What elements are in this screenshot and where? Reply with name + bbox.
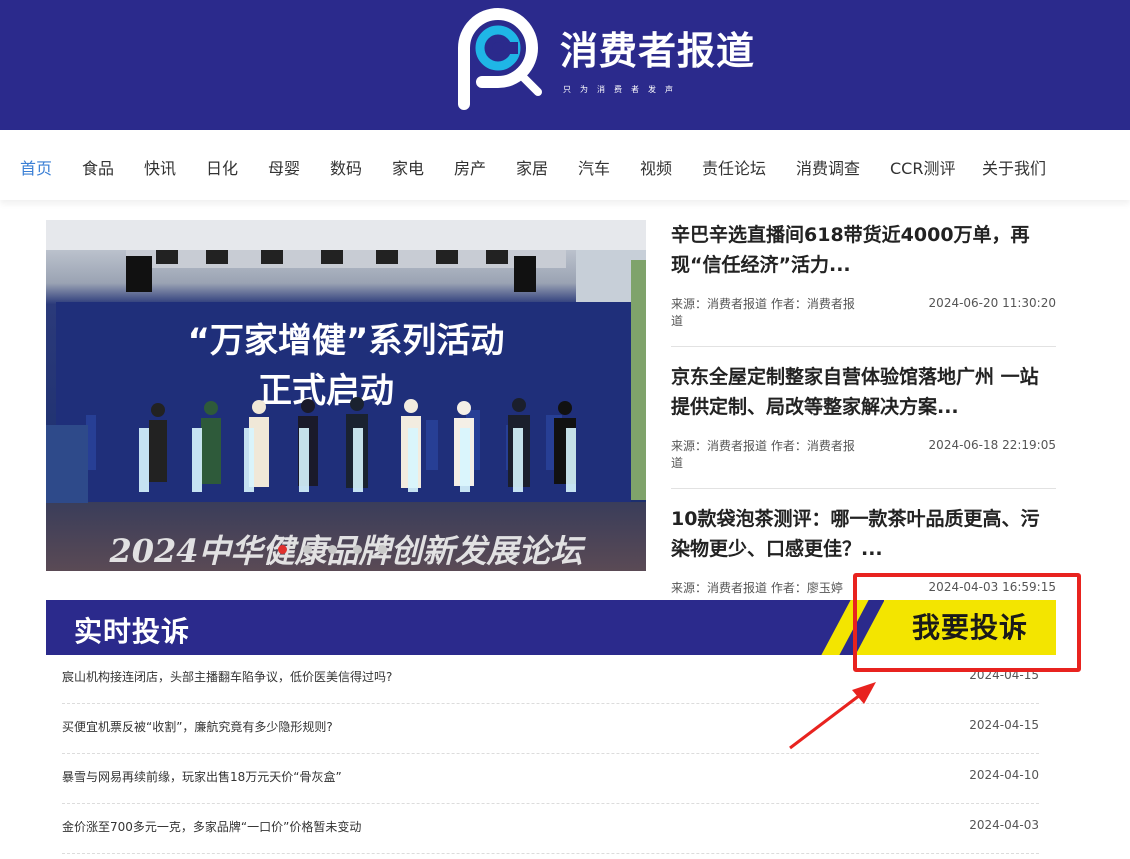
- carousel-dot-4[interactable]: [353, 545, 362, 554]
- brand-name: 消费者报道: [560, 28, 756, 73]
- news-source: 来源：消费者报道 作者：廖玉婷: [671, 581, 843, 595]
- news-item: 京东全屋定制整家自营体验馆落地广州 一站提供定制、局改等整家解决方案... 来源…: [671, 362, 1056, 489]
- nav-item-food[interactable]: 食品: [82, 155, 114, 179]
- nav-item-daily-chemicals[interactable]: 日化: [206, 155, 238, 179]
- list-item[interactable]: 暴雪与网易再续前缘，玩家出售18万元天价“骨灰盒” 2024-04-10: [62, 754, 1039, 804]
- complaint-date: 2024-04-03: [969, 818, 1039, 832]
- hero-banner-line1: “万家增健”系列活动: [188, 321, 505, 361]
- nav-item-news-flash[interactable]: 快讯: [144, 155, 176, 179]
- main-nav: 首页 食品 快讯 日化 母婴 数码 家电 房产 家居 汽车 视频 责任论坛 消费…: [0, 130, 1130, 200]
- nav-item-consumer-survey[interactable]: 消费调查: [796, 155, 860, 179]
- news-date: 2024-06-20 11:30:20: [928, 296, 1056, 310]
- carousel-dot-1[interactable]: [278, 545, 287, 554]
- complaint-date: 2024-04-15: [969, 718, 1039, 732]
- news-title[interactable]: 辛巴辛选直播间618带货近4000万单，再现“信任经济”活力...: [671, 220, 1056, 280]
- news-source: 来源：消费者报道 作者：消费者报道: [671, 439, 855, 470]
- complaint-section-title: 实时投诉: [74, 615, 191, 648]
- nav-item-real-estate[interactable]: 房产: [454, 155, 486, 179]
- divider: [671, 488, 1056, 489]
- list-item[interactable]: 买便宜机票反被“收割”，廉航究竟有多少隐形规则? 2024-04-15: [62, 704, 1039, 754]
- brand-slogan: 只为消费者发声: [563, 85, 682, 94]
- news-title[interactable]: 京东全屋定制整家自营体验馆落地广州 一站提供定制、局改等整家解决方案...: [671, 362, 1056, 422]
- site-header: 消费者报道 只为消费者发声: [0, 0, 1130, 130]
- news-item: 辛巴辛选直播间618带货近4000万单，再现“信任经济”活力... 来源：消费者…: [671, 220, 1056, 347]
- hero-banner-line2: 正式启动: [258, 371, 394, 411]
- carousel-dot-2[interactable]: [303, 545, 312, 554]
- nav-item-about-us[interactable]: 关于我们: [982, 155, 1046, 179]
- annotation-arrow-icon: [789, 682, 876, 750]
- divider: [671, 346, 1056, 347]
- news-item: 10款袋泡茶测评：哪一款茶叶品质更高、污染物更少、口感更佳？... 来源：消费者…: [671, 504, 1056, 611]
- news-title[interactable]: 10款袋泡茶测评：哪一款茶叶品质更高、污染物更少、口感更佳？...: [671, 504, 1056, 564]
- complaint-title[interactable]: 暴雪与网易再续前缘，玩家出售18万元天价“骨灰盒”: [62, 768, 342, 785]
- complaint-title[interactable]: 宸山机构接连闭店，头部主播翻车陷争议，低价医美信得过吗?: [62, 668, 392, 685]
- complaint-title[interactable]: 金价涨至700多元一克，多家品牌“一口价”价格暂未变动: [62, 818, 361, 835]
- carousel-dot-5[interactable]: [378, 545, 387, 554]
- news-date: 2024-06-18 22:19:05: [928, 438, 1056, 452]
- nav-item-appliances[interactable]: 家电: [392, 155, 424, 179]
- complaint-date: 2024-04-10: [969, 768, 1039, 782]
- hero-carousel[interactable]: “万家增健”系列活动 正式启动 2024中华健康品牌创新发展论坛: [46, 220, 646, 571]
- nav-item-responsibility-forum[interactable]: 责任论坛: [702, 155, 766, 179]
- nav-item-auto[interactable]: 汽车: [578, 155, 610, 179]
- hero-floor-text: 2024中华健康品牌创新发展论坛: [108, 532, 586, 570]
- nav-item-maternal-baby[interactable]: 母婴: [268, 155, 300, 179]
- nav-item-ccr-review[interactable]: CCR测评: [890, 155, 955, 179]
- annotation-highlight-box: [853, 573, 1081, 672]
- nav-item-digital[interactable]: 数码: [330, 155, 362, 179]
- hero-image: “万家增健”系列活动 正式启动 2024中华健康品牌创新发展论坛: [46, 220, 646, 571]
- carousel-dot-3[interactable]: [328, 545, 337, 554]
- complaint-title[interactable]: 买便宜机票反被“收割”，廉航究竟有多少隐形规则?: [62, 718, 333, 735]
- nav-item-home[interactable]: 首页: [20, 155, 52, 179]
- news-source: 来源：消费者报道 作者：消费者报道: [671, 297, 855, 328]
- list-item[interactable]: 金价涨至700多元一克，多家品牌“一口价”价格暂未变动 2024-04-03: [62, 804, 1039, 854]
- nav-item-video[interactable]: 视频: [640, 155, 672, 179]
- nav-item-home-furnishing[interactable]: 家居: [516, 155, 548, 179]
